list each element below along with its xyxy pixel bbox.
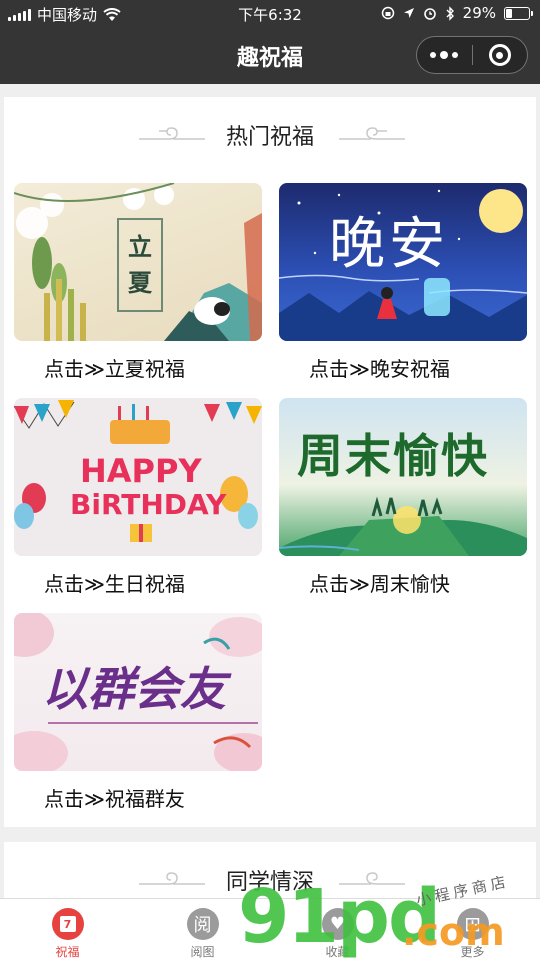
greeting-card-birthday[interactable]: HAPPY BiRTHDAY 点击≫生日祝福 — [14, 398, 262, 597]
tab-label: 收藏 — [325, 945, 350, 959]
wanan-image: 晚安 — [279, 183, 527, 341]
tile-label: 点击≫祝福群友 — [44, 787, 185, 811]
tab-label: 阅图 — [190, 945, 215, 959]
section-title: 热门祝福 — [225, 125, 314, 150]
location-icon — [403, 8, 414, 18]
battery-icon — [504, 6, 533, 20]
tile-label: 点击≫生日祝福 — [44, 572, 185, 596]
tab-bar: 7 祝福 阅 阅图 ♥ 收藏 ⊞ 更多 — [0, 898, 540, 960]
lixia-image: 立夏 — [14, 183, 262, 341]
birthday-image-text-happy: HAPPY — [80, 452, 202, 490]
more-menu-button[interactable] — [417, 37, 472, 73]
more-icon: ⊞ — [456, 908, 489, 940]
favorite-icon: ♥ — [321, 908, 354, 940]
status-bar: 中国移动 下午6:32 29% — [0, 0, 540, 28]
tab-label: 更多 — [460, 945, 485, 959]
close-mini-program-button[interactable] — [472, 37, 527, 73]
tile-label: 点击≫立夏祝福 — [44, 357, 185, 381]
calendar-icon: 7 — [51, 908, 84, 940]
target-icon — [488, 44, 511, 66]
tile-label: 点击≫晚安祝福 — [309, 357, 450, 381]
qunyou-image: 以群会友 — [14, 613, 262, 771]
nav-bar: 趣祝福 — [0, 28, 540, 84]
tile-label: 点击≫周末愉快 — [309, 572, 450, 596]
greeting-card-wanan[interactable]: 晚安 点击≫晚安祝福 — [279, 183, 527, 382]
alarm-icon — [423, 8, 436, 20]
tab-zhufu[interactable]: 7 祝福 — [0, 899, 135, 960]
mini-program-capsule — [416, 36, 528, 74]
zhoumo-image-text: 周末愉快 — [297, 429, 489, 483]
birthday-image: HAPPY BiRTHDAY — [14, 398, 262, 556]
lixia-image-text: 立夏 — [128, 232, 152, 297]
section-title: 同学情深 — [225, 870, 314, 895]
bluetooth-icon — [446, 5, 454, 21]
birthday-image-text-birthday: BiRTHDAY — [70, 488, 227, 521]
tab-gengduo[interactable]: ⊞ 更多 — [405, 899, 540, 960]
tab-label: 祝福 — [55, 945, 80, 959]
qunyou-image-text: 以群会友 — [42, 662, 226, 716]
wanan-image-text: 晚安 — [329, 212, 449, 277]
greeting-card-lixia[interactable]: 立夏 点击≫立夏祝福 — [14, 183, 262, 382]
cloud-decoration-right — [339, 127, 405, 140]
classmates-section: 同学情深 — [4, 842, 536, 902]
hot-section: 热门祝福 立夏 点击≫立夏祝福 晚安 点击≫晚安祝福 HAPPY BiRTHDA… — [4, 97, 536, 827]
rotation-lock-icon — [381, 6, 394, 20]
cloud-decoration-right — [339, 872, 405, 885]
tab-shoucang[interactable]: ♥ 收藏 — [270, 899, 405, 960]
zhoumo-image: 周末愉快 — [279, 398, 527, 556]
read-icon: 阅 — [186, 908, 219, 940]
tab-yuetu[interactable]: 阅 阅图 — [135, 899, 270, 960]
battery-percent: 29% — [462, 4, 496, 22]
greeting-card-zhoumo[interactable]: 周末愉快 点击≫周末愉快 — [279, 398, 527, 597]
greeting-card-qunyou[interactable]: 以群会友 点击≫祝福群友 — [14, 613, 262, 812]
